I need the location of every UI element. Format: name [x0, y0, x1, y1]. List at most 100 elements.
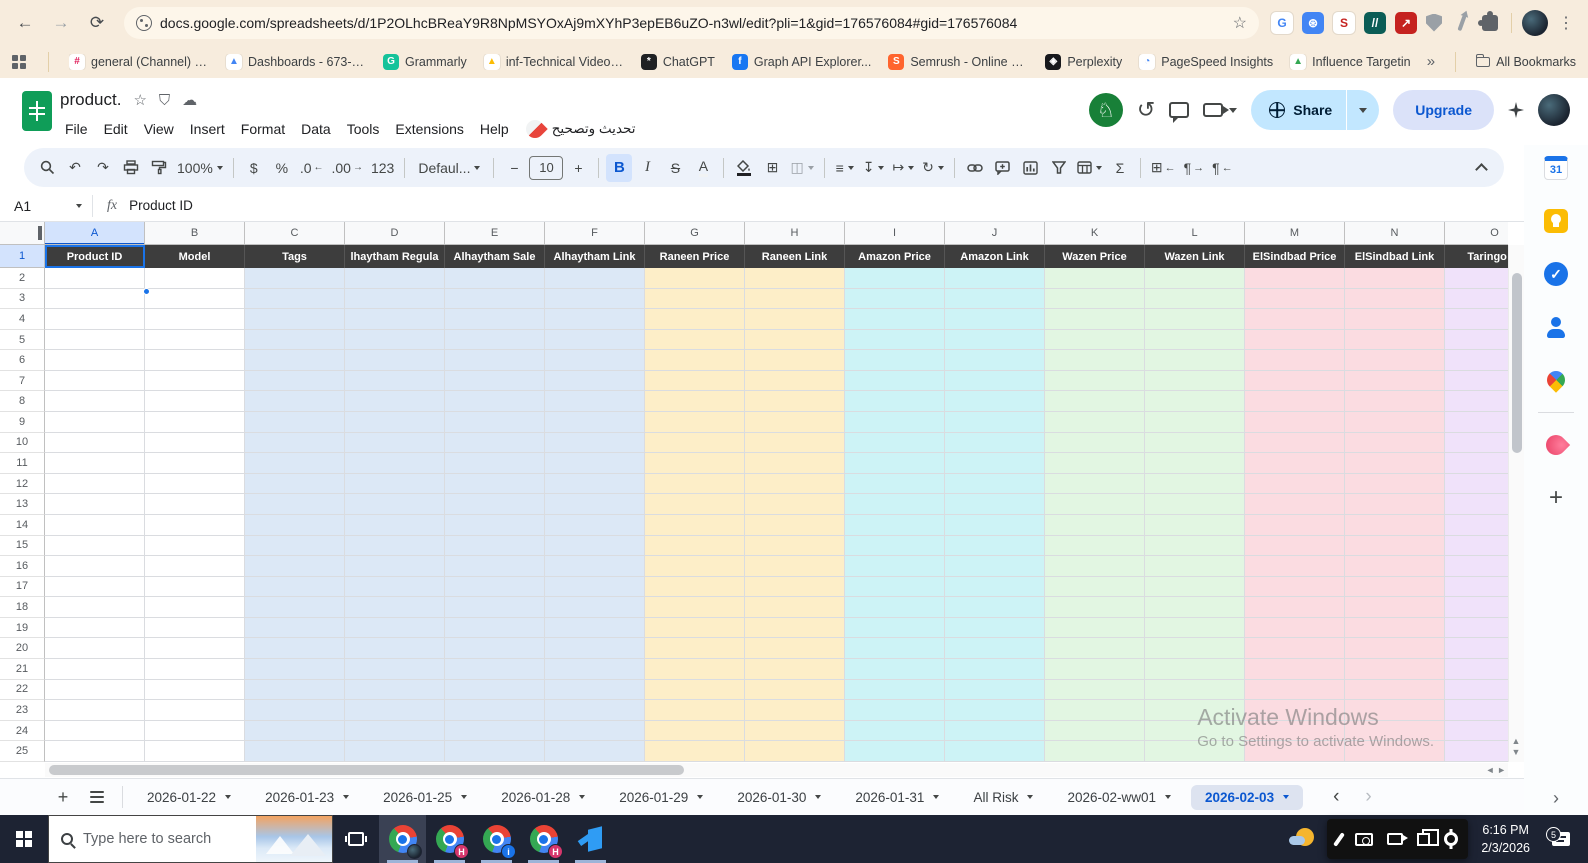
cell-C16[interactable]	[245, 556, 345, 577]
cell-L19[interactable]	[1145, 617, 1245, 639]
cell-G13[interactable]	[645, 494, 745, 515]
column-header-D[interactable]: D	[345, 222, 445, 244]
cell-B20[interactable]	[145, 638, 245, 659]
column-header-H[interactable]: H	[745, 222, 845, 244]
header-cell-K1[interactable]: Wazen Price	[1045, 245, 1145, 268]
cell-O21[interactable]	[1445, 658, 1508, 680]
cell-F22[interactable]	[545, 679, 645, 701]
cell-G21[interactable]	[645, 658, 745, 680]
cell-J13[interactable]	[945, 494, 1045, 515]
cell-G18[interactable]	[645, 597, 745, 618]
cell-A22[interactable]	[45, 679, 145, 701]
cell-N16[interactable]	[1345, 556, 1445, 577]
table-tools-icon[interactable]	[1074, 154, 1105, 182]
row-number[interactable]: 11	[0, 453, 45, 474]
row-number[interactable]: 2	[0, 268, 45, 289]
cell-M4[interactable]	[1245, 309, 1345, 330]
row-number[interactable]: 8	[0, 391, 45, 413]
cell-D5[interactable]	[345, 329, 445, 351]
cell-O3[interactable]	[1445, 288, 1508, 310]
cell-G14[interactable]	[645, 514, 745, 536]
taskbar-search[interactable]: Type here to search	[48, 815, 333, 863]
cell-C8[interactable]	[245, 391, 345, 413]
format-currency-icon[interactable]: $	[241, 154, 267, 182]
cell-B8[interactable]	[145, 391, 245, 413]
upgrade-button[interactable]: Upgrade	[1393, 90, 1494, 130]
record-icon[interactable]	[1387, 833, 1408, 845]
insert-chart-icon[interactable]	[1018, 154, 1044, 182]
cell-J17[interactable]	[945, 576, 1045, 598]
cell-O20[interactable]	[1445, 638, 1508, 659]
text-direction-rtl-icon[interactable]: ¶ ←	[1209, 154, 1236, 182]
cell-F10[interactable]	[545, 432, 645, 454]
cell-J15[interactable]	[945, 535, 1045, 557]
cell-D8[interactable]	[345, 391, 445, 413]
text-direction-ltr-icon[interactable]: ¶ →	[1181, 154, 1208, 182]
cell-B18[interactable]	[145, 597, 245, 618]
cell-E4[interactable]	[445, 309, 545, 330]
cell-F14[interactable]	[545, 514, 645, 536]
bookmark-item[interactable]: S Semrush - Online M...	[888, 53, 1028, 70]
row-number[interactable]: 12	[0, 473, 45, 495]
cell-N11[interactable]	[1345, 453, 1445, 474]
cell-H21[interactable]	[745, 658, 845, 680]
vertical-scrollbar[interactable]: ▲ ▼	[1508, 245, 1524, 762]
cell-G8[interactable]	[645, 391, 745, 413]
cell-G2[interactable]	[645, 268, 745, 289]
cell-F3[interactable]	[545, 288, 645, 310]
cell-J5[interactable]	[945, 329, 1045, 351]
pen-extension-icon[interactable]	[1451, 12, 1473, 34]
select-all-corner[interactable]	[0, 222, 45, 244]
cell-I23[interactable]	[845, 700, 945, 721]
bookmark-item[interactable]: G Grammarly	[383, 53, 467, 70]
header-cell-O1[interactable]: Taringo Pr	[1445, 245, 1508, 268]
cell-L9[interactable]	[1145, 412, 1245, 433]
cell-D9[interactable]	[345, 412, 445, 433]
cell-I4[interactable]	[845, 309, 945, 330]
reload-icon[interactable]: ⟳	[82, 8, 112, 38]
row-number[interactable]: 17	[0, 576, 45, 598]
row-number[interactable]: 20	[0, 638, 45, 659]
cell-M5[interactable]	[1245, 329, 1345, 351]
header-cell-N1[interactable]: ElSindbad Link	[1345, 245, 1445, 268]
cell-O7[interactable]	[1445, 370, 1508, 392]
cell-D17[interactable]	[345, 576, 445, 598]
cell-N6[interactable]	[1345, 350, 1445, 371]
sheet-direction-icon[interactable]: ⊞ ←	[1148, 154, 1179, 182]
cell-F2[interactable]	[545, 268, 645, 289]
cell-F21[interactable]	[545, 658, 645, 680]
sheets-logo-icon[interactable]	[22, 91, 52, 131]
cell-G6[interactable]	[645, 350, 745, 371]
cell-E25[interactable]	[445, 741, 545, 762]
bookmark-item[interactable]: ▲ inf-Technical Videos...	[483, 53, 624, 70]
cell-A25[interactable]	[45, 741, 145, 762]
taskbar-app-chrome-profile-h2[interactable]: H	[520, 815, 567, 863]
cell-J22[interactable]	[945, 679, 1045, 701]
cell-J11[interactable]	[945, 453, 1045, 474]
cell-K12[interactable]	[1045, 473, 1145, 495]
row-number[interactable]: 14	[0, 514, 45, 536]
cell-F6[interactable]	[545, 350, 645, 371]
keep-icon[interactable]	[1543, 208, 1569, 234]
document-title[interactable]: product.	[60, 90, 121, 110]
cell-B19[interactable]	[145, 617, 245, 639]
cell-J18[interactable]	[945, 597, 1045, 618]
cell-M21[interactable]	[1245, 658, 1345, 680]
cell-J24[interactable]	[945, 720, 1045, 742]
cell-K17[interactable]	[1045, 576, 1145, 598]
cell-B25[interactable]	[145, 741, 245, 762]
column-header-I[interactable]: I	[845, 222, 945, 244]
cell-F4[interactable]	[545, 309, 645, 330]
cell-L21[interactable]	[1145, 658, 1245, 680]
header-cell-I1[interactable]: Amazon Price	[845, 245, 945, 268]
cell-D14[interactable]	[345, 514, 445, 536]
cell-I10[interactable]	[845, 432, 945, 454]
cell-J21[interactable]	[945, 658, 1045, 680]
cell-D10[interactable]	[345, 432, 445, 454]
row-number[interactable]: 24	[0, 720, 45, 742]
cell-H19[interactable]	[745, 617, 845, 639]
cell-O23[interactable]	[1445, 700, 1508, 721]
cell-H2[interactable]	[745, 268, 845, 289]
row-number[interactable]: 21	[0, 658, 45, 680]
cell-C23[interactable]	[245, 700, 345, 721]
